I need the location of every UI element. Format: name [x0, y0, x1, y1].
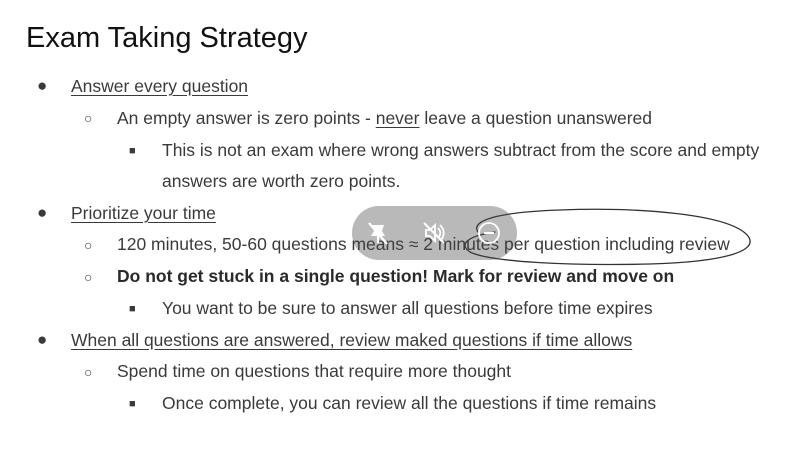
bullet-circle: ○ [84, 237, 93, 253]
bullet-circle: ○ [84, 364, 93, 380]
bullet-circle: ○ [84, 269, 93, 285]
detail-review-all: Once complete, you can review all the qu… [162, 393, 657, 413]
section-heading-review: When all questions are answered, review … [71, 330, 633, 350]
bullet-disc: ● [37, 203, 48, 222]
bullet-circle: ○ [84, 110, 93, 126]
section-heading-answer: Answer every question [71, 76, 249, 96]
floating-controls [352, 206, 517, 260]
bullet-square: ■ [129, 398, 136, 410]
bullet-square: ■ [129, 145, 136, 157]
bullet-disc: ● [37, 330, 48, 349]
detail-line-1: This is not an exam where wrong answers … [162, 140, 760, 160]
section-heading-prioritize: Prioritize your time [71, 203, 216, 223]
detail-time-expires: You want to be sure to answer all questi… [162, 298, 653, 318]
detail-line-2: answers are worth zero points. [162, 171, 401, 191]
bullet-disc: ● [37, 76, 48, 95]
sub-point-spend-time: Spend time on questions that require mor… [117, 361, 511, 381]
sub-point-text: An empty answer is zero points - [117, 108, 376, 128]
sub-point-empty-answer: An empty answer is zero points - never l… [117, 107, 652, 129]
sub-point-dont-get-stuck: Do not get stuck in a single question! M… [117, 266, 675, 286]
audio-off-icon[interactable] [420, 219, 448, 247]
slide: Exam Taking Strategy ● Answer every ques… [0, 0, 789, 454]
sub-point-text: leave a question unanswered [419, 108, 653, 128]
emphasis-never: never [375, 108, 420, 128]
bullet-square: ■ [129, 303, 136, 315]
pin-off-icon[interactable] [364, 219, 392, 247]
slide-title: Exam Taking Strategy [26, 22, 308, 54]
minus-circle-icon[interactable] [475, 219, 503, 247]
